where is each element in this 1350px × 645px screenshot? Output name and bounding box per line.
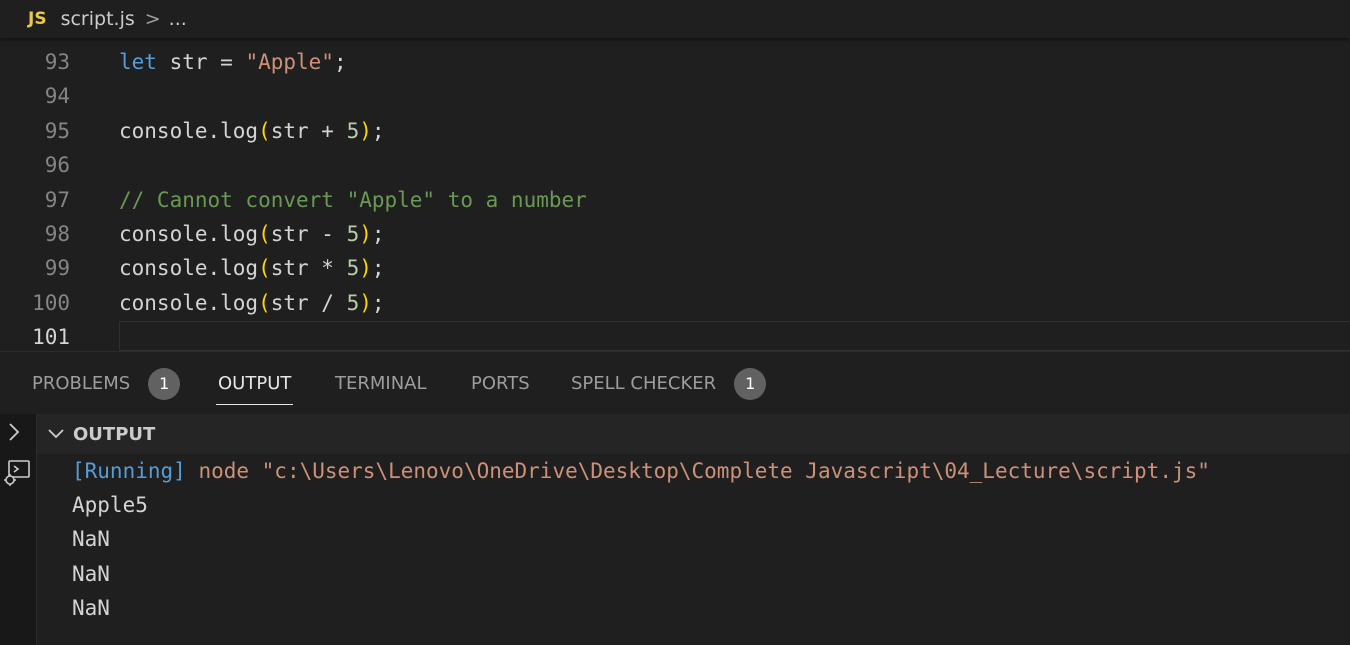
chevron-right-icon[interactable]	[6, 422, 22, 448]
code-token: )	[359, 222, 372, 246]
line-number: 96	[44, 153, 70, 178]
tab-label: PORTS	[471, 373, 530, 394]
tab-terminal[interactable]: TERMINAL	[335, 352, 427, 415]
output-section-title: OUTPUT	[73, 423, 156, 445]
line-number: 93	[44, 50, 70, 74]
code-token: let	[119, 50, 157, 74]
output-log: [Running] node "c:\Users\Lenovo\OneDrive…	[37, 454, 1350, 645]
breadcrumb-more[interactable]: ...	[169, 8, 187, 30]
code-token: console.log	[119, 290, 259, 315]
code-token: ;	[333, 50, 347, 74]
breadcrumb-separator-icon: >	[144, 8, 161, 30]
chevron-down-icon[interactable]	[47, 424, 65, 445]
line-number: 99	[44, 256, 70, 281]
tab-label: TERMINAL	[335, 373, 427, 394]
tab-spell-checker[interactable]: SPELL CHECKER 1	[571, 352, 767, 415]
code-token: str -	[270, 222, 347, 246]
line-number: 101	[32, 325, 70, 350]
code-token: console.log	[119, 118, 259, 143]
tab-label: OUTPUT	[218, 373, 292, 394]
problems-count-badge: 1	[148, 367, 181, 400]
code-token: )	[359, 118, 372, 143]
output-command-line: [Running] node "c:\Users\Lenovo\OneDrive…	[72, 454, 1210, 488]
code-token: ;	[371, 222, 385, 246]
output-section-header[interactable]: OUTPUT	[37, 414, 1350, 454]
code-token: ;	[371, 256, 385, 281]
code-token: ;	[371, 290, 385, 315]
code-text[interactable]: console.log(str / 5);	[119, 286, 385, 320]
tab-label: PROBLEMS	[32, 373, 131, 394]
code-token: 5	[346, 118, 360, 143]
code-line[interactable]: 100 console.log(str / 5);	[0, 286, 1350, 320]
panel-tab-bar: PROBLEMS 1 OUTPUT TERMINAL PORTS SPELL C…	[0, 351, 1350, 415]
tab-problems[interactable]: PROBLEMS 1	[32, 352, 181, 415]
code-text[interactable]: console.log(str * 5);	[119, 251, 385, 285]
line-number: 98	[44, 222, 70, 246]
code-line[interactable]: 101	[0, 320, 1350, 351]
breadcrumb: JS script.js > ...	[0, 0, 1350, 38]
active-tab-indicator	[216, 404, 294, 405]
code-token: (	[258, 256, 271, 281]
tab-output[interactable]: OUTPUT	[216, 352, 294, 415]
tab-label: SPELL CHECKER	[571, 373, 717, 394]
code-token: 5	[346, 256, 360, 281]
spell-checker-count-badge: 1	[734, 367, 767, 400]
terminal-debug-icon[interactable]	[3, 458, 33, 492]
output-result-line: NaN	[72, 562, 110, 586]
code-line[interactable]: 98 console.log(str - 5);	[0, 217, 1350, 251]
code-token: )	[359, 290, 372, 315]
code-token: console.log	[119, 256, 259, 281]
output-result-line: NaN	[72, 596, 110, 620]
code-editor[interactable]: 93 let str = "Apple"; 94 95 console.log(str …	[0, 38, 1350, 351]
javascript-file-icon: JS	[28, 9, 47, 29]
code-token: str /	[270, 290, 347, 315]
code-token: str *	[270, 256, 347, 281]
breadcrumb-file[interactable]: script.js	[61, 8, 135, 30]
code-token: (	[258, 222, 271, 246]
code-token: ;	[371, 118, 385, 143]
tab-ports[interactable]: PORTS	[471, 352, 530, 415]
line-number: 95	[44, 118, 70, 143]
code-line[interactable]: 93 let str = "Apple";	[0, 45, 1350, 79]
code-token: console.log	[119, 222, 259, 246]
code-text[interactable]: console.log(str + 5);	[119, 114, 385, 148]
panel-side-toolbar	[0, 414, 37, 645]
code-text[interactable]: let str = "Apple";	[119, 45, 347, 79]
output-result-line: Apple5	[72, 493, 148, 517]
code-line[interactable]: 99 console.log(str * 5);	[0, 251, 1350, 285]
code-text[interactable]: console.log(str - 5);	[119, 217, 385, 251]
line-number: 94	[44, 84, 70, 109]
code-token: 5	[346, 222, 360, 246]
code-token: )	[359, 256, 372, 281]
code-line[interactable]: 96	[0, 148, 1350, 182]
code-text[interactable]: // Cannot convert "Apple" to a number	[119, 183, 587, 217]
code-token: 5	[346, 290, 360, 315]
code-token: "Apple"	[245, 50, 334, 74]
code-token: (	[258, 118, 271, 143]
line-number: 100	[32, 290, 70, 315]
code-line[interactable]: 97 // Cannot convert "Apple" to a number	[0, 183, 1350, 217]
line-number: 97	[44, 187, 70, 212]
code-token: str =	[156, 50, 246, 74]
code-line[interactable]: 95 console.log(str + 5);	[0, 114, 1350, 148]
code-token: (	[258, 290, 271, 315]
output-result-line: NaN	[72, 527, 110, 551]
code-line[interactable]: 94	[0, 79, 1350, 113]
code-token: // Cannot convert "Apple" to a number	[119, 187, 587, 212]
running-tag: [Running]	[72, 459, 186, 483]
run-command: node "c:\Users\Lenovo\OneDrive\Desktop\C…	[185, 459, 1210, 483]
code-token: str +	[270, 118, 347, 143]
